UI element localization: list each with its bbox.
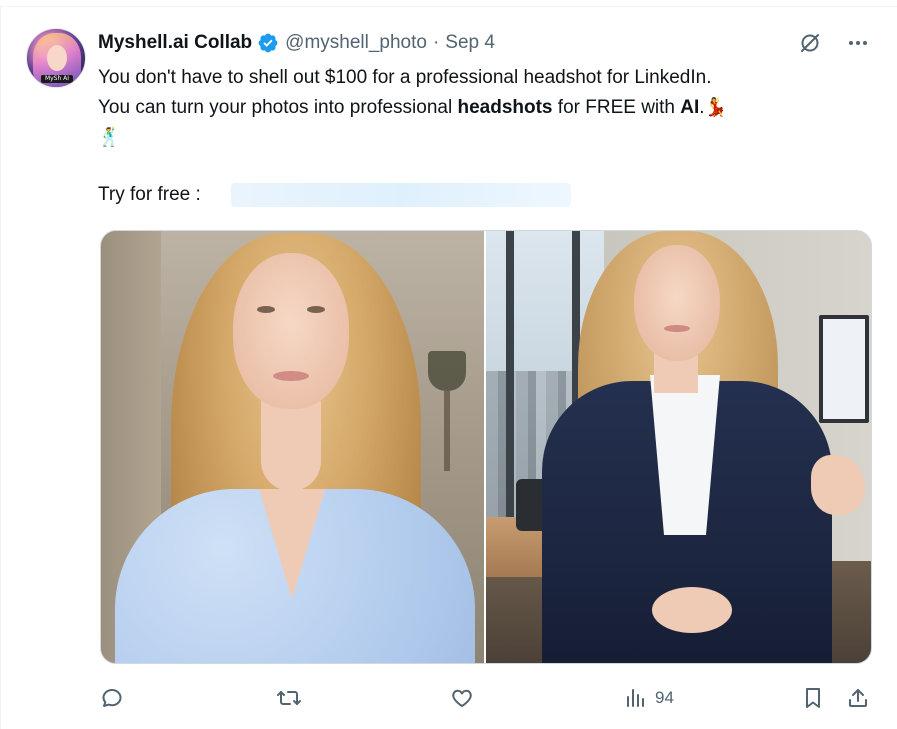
tweet-text-line-3: 🕺 <box>98 123 868 153</box>
face <box>634 245 720 361</box>
views-count: 94 <box>655 688 674 707</box>
tweet-text-segment: You can turn your photos into profession… <box>98 97 458 118</box>
frame-border-left <box>0 6 1 729</box>
grok-icon[interactable] <box>797 30 823 56</box>
avatar[interactable]: MySh AI <box>26 28 86 88</box>
retweet-button[interactable] <box>276 683 302 713</box>
tweet-actions: 94 <box>98 683 878 713</box>
tweet-header: Myshell.ai Collab @myshell_photo · Sep 4 <box>98 30 495 56</box>
verified-badge-icon[interactable] <box>257 32 279 54</box>
views-icon <box>627 689 644 707</box>
bookmark-icon <box>806 688 820 708</box>
face <box>233 253 349 409</box>
window-frame <box>506 231 514 521</box>
casual-portrait-photo[interactable] <box>101 231 484 663</box>
handle[interactable]: @myshell_photo <box>285 32 427 54</box>
wall-screen <box>819 315 869 423</box>
tweet-text-line-2: You can turn your photos into profession… <box>98 93 868 123</box>
tweet-date[interactable]: Sep 4 <box>445 32 495 54</box>
separator: · <box>432 32 440 53</box>
header-actions <box>797 30 871 56</box>
share-button[interactable] <box>846 683 870 713</box>
more-icon[interactable] <box>845 30 871 56</box>
left-eye <box>257 306 275 313</box>
frame-border-top <box>0 6 897 7</box>
tweet-text-segment: for FREE with <box>552 97 681 118</box>
tweet-text-bold-ai: AI <box>680 97 700 118</box>
right-eye <box>307 306 325 313</box>
neck <box>261 401 321 491</box>
tweet-text-bold-headshots: headshots <box>457 97 553 118</box>
lips <box>664 325 690 332</box>
lamp-shade <box>428 351 466 391</box>
tweet-text: You don't have to shell out $100 for a p… <box>98 63 868 153</box>
professional-headshot-photo[interactable] <box>486 231 871 663</box>
share-icon <box>849 689 867 707</box>
bookmark-button[interactable] <box>802 683 824 713</box>
resting-hand <box>652 587 732 633</box>
lamp-stem <box>444 391 450 471</box>
dancer-emoji: 💃 <box>704 97 727 118</box>
avatar-face <box>47 45 67 71</box>
tweet-text-line-1: You don't have to shell out $100 for a p… <box>98 67 712 88</box>
tweet-media <box>100 230 872 664</box>
like-icon <box>452 689 472 707</box>
redacted-link[interactable] <box>231 183 571 207</box>
man-dancing-emoji: 🕺 <box>98 127 121 148</box>
reply-button[interactable] <box>100 683 124 713</box>
display-name[interactable]: Myshell.ai Collab <box>98 32 252 54</box>
avatar-label: MySh AI <box>41 75 73 83</box>
try-for-free-label: Try for free : <box>98 184 201 205</box>
like-button[interactable] <box>450 683 474 713</box>
retweet-icon <box>277 691 301 705</box>
lips <box>273 371 309 381</box>
views-button[interactable]: 94 <box>625 683 674 713</box>
reply-icon <box>102 689 122 707</box>
